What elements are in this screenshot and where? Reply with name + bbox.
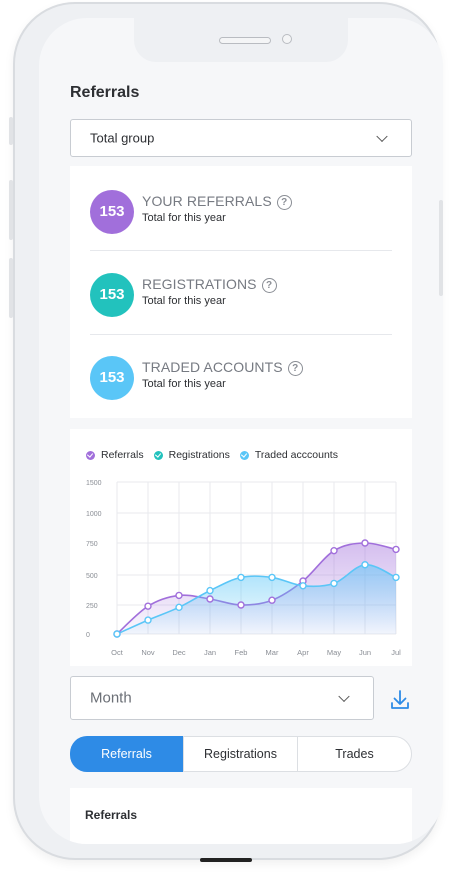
- stat-subtitle: Total for this year: [142, 378, 226, 390]
- data-point[interactable]: [268, 573, 276, 582]
- data-point[interactable]: [361, 539, 369, 547]
- data-point[interactable]: [330, 579, 338, 588]
- stat-traded-accounts: 153 TRADED ACCOUNTS? Total for this year: [90, 356, 392, 400]
- data-point[interactable]: [144, 616, 152, 624]
- help-icon[interactable]: ?: [287, 361, 303, 376]
- stats-card: 153 YOUR REFERRALS? Total for this year …: [70, 166, 412, 418]
- y-tick-label: 750: [86, 541, 98, 548]
- referrals-count-badge: 153: [90, 190, 134, 234]
- download-icon[interactable]: [389, 688, 411, 712]
- page-title: Referrals: [70, 84, 140, 101]
- data-point[interactable]: [175, 603, 183, 612]
- help-icon[interactable]: ?: [261, 278, 277, 293]
- data-point[interactable]: [237, 601, 245, 609]
- x-tick-label: Nov: [141, 648, 155, 657]
- x-tick-label: Mar: [266, 648, 279, 657]
- stat-title: REGISTRATIONS?: [142, 276, 277, 293]
- app-content: Referrals Total group 153 YOUR REFERRALS…: [39, 18, 443, 844]
- tab-trades[interactable]: Trades: [297, 737, 411, 771]
- divider: [90, 334, 392, 335]
- data-point[interactable]: [299, 582, 307, 590]
- stat-title: YOUR REFERRALS?: [142, 193, 292, 210]
- camera-icon: [282, 34, 292, 44]
- phone-screen: Referrals Total group 153 YOUR REFERRALS…: [39, 18, 443, 844]
- x-tick-label: Jan: [204, 648, 216, 657]
- side-button: [439, 200, 443, 296]
- traded-count-badge: 153: [90, 356, 134, 400]
- data-point[interactable]: [206, 595, 214, 603]
- home-indicator: [200, 858, 252, 862]
- data-point[interactable]: [206, 586, 214, 595]
- chart-card: Referrals Registrations Traded acccounts…: [70, 429, 412, 666]
- stat-your-referrals: 153 YOUR REFERRALS? Total for this year: [90, 190, 392, 234]
- speaker-icon: [219, 37, 271, 44]
- phone-frame: Referrals Total group 153 YOUR REFERRALS…: [13, 2, 443, 860]
- data-point[interactable]: [144, 602, 152, 610]
- chevron-down-icon: [338, 690, 350, 703]
- x-tick-label: Jun: [359, 648, 371, 657]
- y-tick-label: 1000: [86, 511, 102, 518]
- y-tick-label: 1500: [86, 480, 102, 487]
- side-button: [9, 180, 13, 240]
- stat-title-text: YOUR REFERRALS: [142, 193, 272, 209]
- tab-referrals[interactable]: Referrals: [70, 736, 183, 772]
- y-tick-label: 500: [86, 573, 98, 580]
- referrals-table-card: Referrals: [70, 788, 412, 844]
- stat-subtitle: Total for this year: [142, 212, 226, 224]
- x-tick-label: Jul: [391, 648, 401, 657]
- stat-title-text: TRADED ACCOUNTS: [142, 359, 283, 375]
- registrations-count-badge: 153: [90, 273, 134, 317]
- data-point[interactable]: [330, 546, 338, 555]
- section-title: Referrals: [85, 808, 138, 822]
- x-tick-label: Apr: [297, 648, 309, 657]
- group-select[interactable]: Total group: [70, 119, 412, 157]
- side-button: [9, 117, 13, 145]
- data-point[interactable]: [361, 561, 369, 569]
- period-select-value: Month: [90, 689, 132, 707]
- data-point[interactable]: [113, 630, 121, 638]
- tab-registrations[interactable]: Registrations: [183, 737, 297, 771]
- x-tick-label: Feb: [235, 648, 248, 657]
- divider: [90, 250, 392, 251]
- group-select-value: Total group: [90, 130, 155, 146]
- phone-notch: [134, 18, 348, 62]
- data-point[interactable]: [268, 596, 276, 604]
- stat-title: TRADED ACCOUNTS?: [142, 359, 303, 376]
- chevron-down-icon: [376, 130, 388, 143]
- data-point[interactable]: [392, 573, 400, 582]
- side-button: [9, 258, 13, 318]
- line-chart: 1500 1000 750 500 250 0 Oct Nov Dec Jan Feb Mar Apr M…: [86, 480, 401, 657]
- tab-bar: Referrals Registrations Trades: [70, 736, 412, 772]
- y-tick-label: 250: [86, 603, 98, 610]
- stat-registrations: 153 REGISTRATIONS? Total for this year: [90, 273, 392, 317]
- data-point[interactable]: [175, 591, 183, 600]
- x-tick-label: Dec: [172, 648, 186, 657]
- stat-subtitle: Total for this year: [142, 295, 226, 307]
- stat-title-text: REGISTRATIONS: [142, 276, 257, 292]
- x-tick-label: Oct: [111, 648, 124, 657]
- y-tick-label: 0: [86, 632, 90, 639]
- period-select[interactable]: Month: [70, 676, 374, 720]
- data-point[interactable]: [392, 545, 400, 554]
- help-icon[interactable]: ?: [276, 195, 292, 210]
- x-tick-label: May: [327, 648, 341, 657]
- data-point[interactable]: [237, 573, 245, 582]
